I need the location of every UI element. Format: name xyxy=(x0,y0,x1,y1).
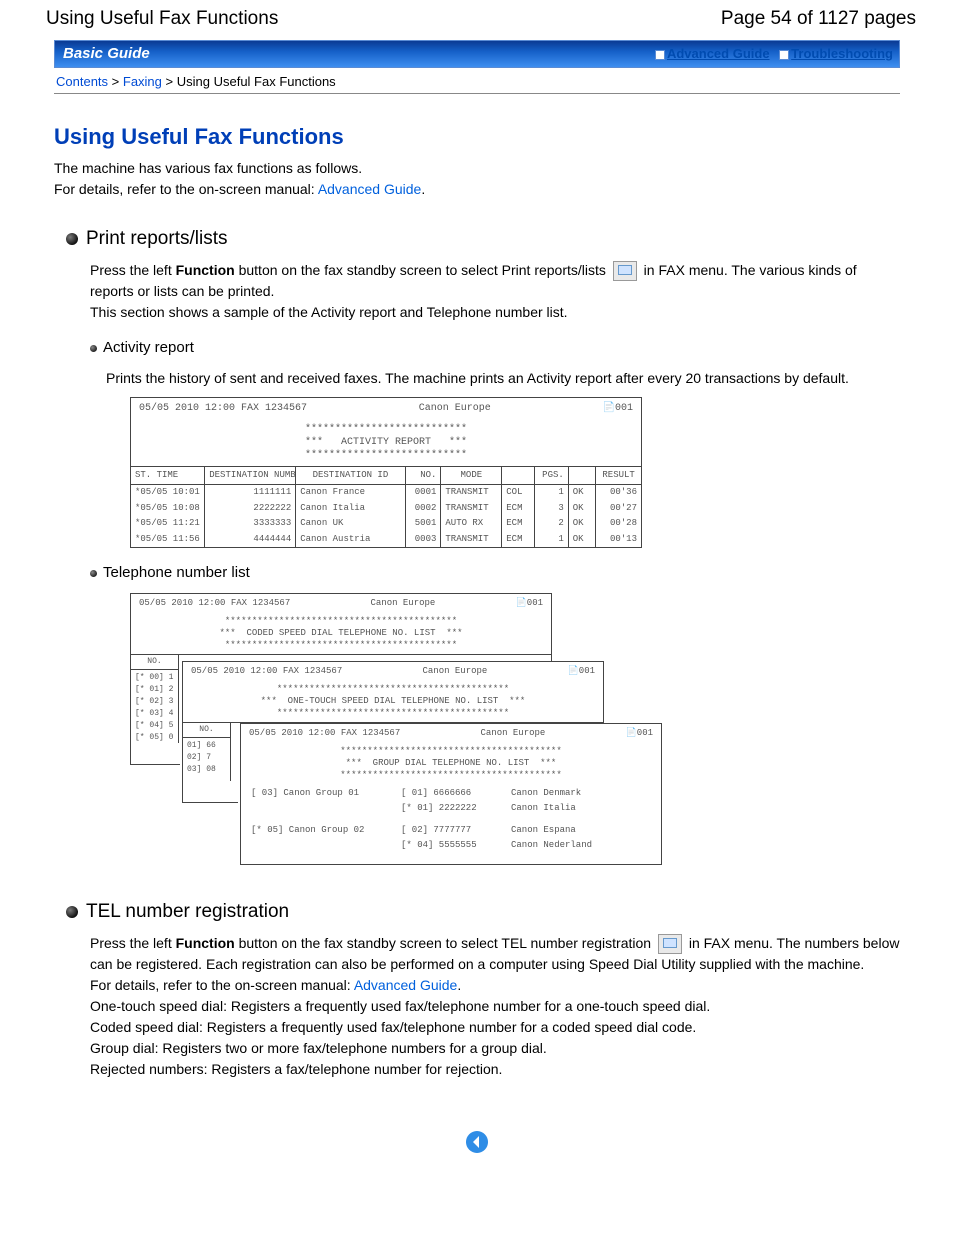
link-troubleshooting[interactable]: Troubleshooting xyxy=(791,46,893,61)
link-advanced-guide-inline2[interactable]: Advanced Guide xyxy=(354,977,458,993)
link-box-icon xyxy=(655,50,665,60)
doc-header-left: Using Useful Fax Functions xyxy=(46,8,278,30)
reg-onetouch: One-touch speed dial: Registers a freque… xyxy=(90,996,900,1017)
page-title: Using Useful Fax Functions xyxy=(54,124,900,150)
telephone-list-sample: 05/05 2010 12:00 FAX 1234567 Canon Europ… xyxy=(130,593,900,873)
intro-line1: The machine has various fax functions as… xyxy=(54,158,900,179)
back-arrow-icon xyxy=(465,1130,489,1154)
banner-label: Basic Guide xyxy=(63,45,150,62)
link-box-icon xyxy=(779,50,789,60)
back-button[interactable] xyxy=(465,1141,489,1157)
section-print-reports-title: Print reports/lists xyxy=(86,228,227,250)
crumb-contents[interactable]: Contents xyxy=(56,74,108,89)
link-advanced-guide-inline[interactable]: Advanced Guide xyxy=(318,181,422,197)
function-word: Function xyxy=(176,262,235,278)
fax-menu-icon xyxy=(613,261,637,281)
sub-activity-report-body: Prints the history of sent and received … xyxy=(106,368,900,389)
link-advanced-guide[interactable]: Advanced Guide xyxy=(667,46,770,61)
section1-para2: This section shows a sample of the Activ… xyxy=(90,302,900,323)
intro-line2: For details, refer to the on-screen manu… xyxy=(54,181,318,197)
bullet-small-icon xyxy=(90,570,97,577)
breadcrumb: Contents > Faxing > Using Useful Fax Fun… xyxy=(54,70,900,94)
sub-tel-list-title: Telephone number list xyxy=(103,564,250,581)
activity-report-sample: 05/05 2010 12:00 FAX 1234567 Canon Europ… xyxy=(130,397,642,549)
doc-header-right: Page 54 of 1127 pages xyxy=(721,8,916,30)
reg-coded: Coded speed dial: Registers a frequently… xyxy=(90,1017,900,1038)
fax-menu-icon xyxy=(658,934,682,954)
banner-basic-guide: Basic Guide Advanced Guide Troubleshooti… xyxy=(54,40,900,68)
function-word: Function xyxy=(176,935,235,951)
reg-group: Group dial: Registers two or more fax/te… xyxy=(90,1038,900,1059)
section-tel-reg-title: TEL number registration xyxy=(86,901,289,923)
bullet-icon xyxy=(66,906,78,918)
sub-activity-report-title: Activity report xyxy=(103,339,194,356)
bullet-icon xyxy=(66,233,78,245)
bullet-small-icon xyxy=(90,345,97,352)
reg-rejected: Rejected numbers: Registers a fax/teleph… xyxy=(90,1059,900,1080)
crumb-current: Using Useful Fax Functions xyxy=(177,74,336,89)
crumb-faxing[interactable]: Faxing xyxy=(123,74,162,89)
